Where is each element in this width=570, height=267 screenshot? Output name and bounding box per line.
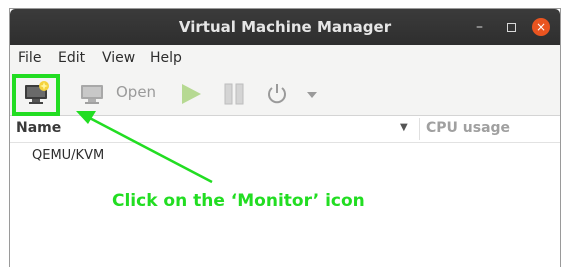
annotation-arrow-icon	[76, 111, 213, 184]
